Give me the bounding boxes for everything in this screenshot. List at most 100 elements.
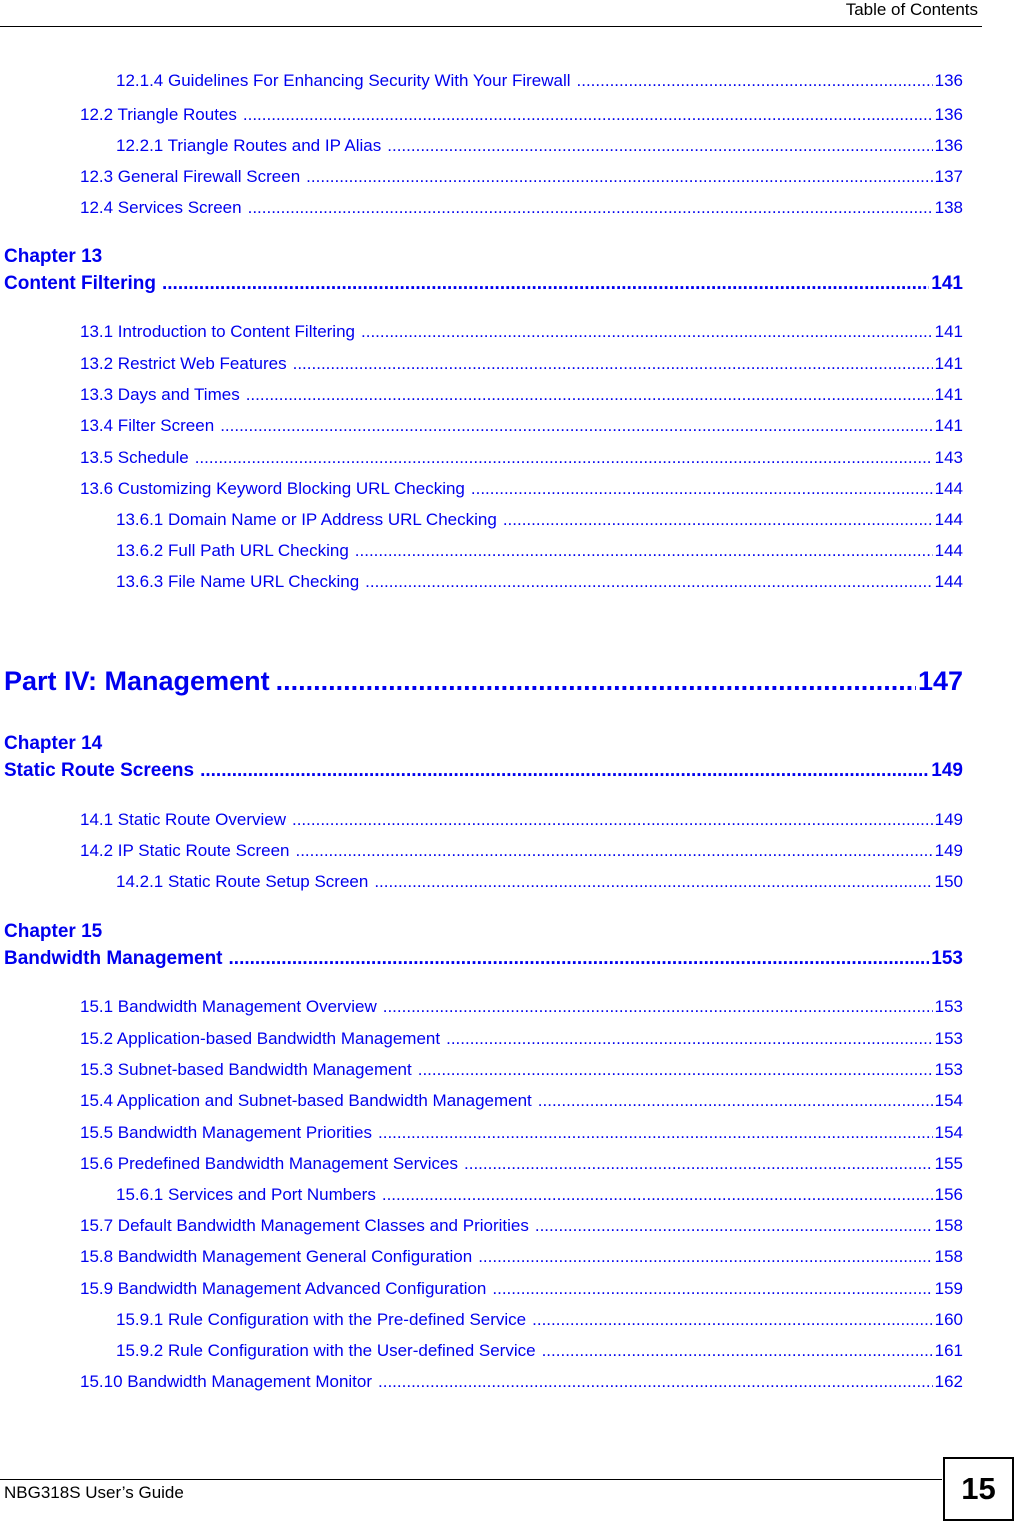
leader-dots — [243, 105, 933, 125]
toc-entry[interactable]: 13.2 Restrict Web Features 141 — [80, 354, 963, 374]
toc-entry[interactable]: 15.6 Predefined Bandwidth Management Ser… — [80, 1154, 963, 1174]
page-number-box: 15 — [943, 1457, 1014, 1521]
toc-entry-page: 162 — [934, 1372, 963, 1391]
toc-entry-page: 160 — [934, 1310, 963, 1329]
page-number: 15 — [961, 1471, 996, 1506]
toc-entry-page: 161 — [934, 1341, 963, 1360]
toc-entry-title: 13.3 Days and Times — [80, 385, 240, 404]
toc-entry[interactable]: 15.9.1 Rule Configuration with the Pre-d… — [116, 1310, 963, 1330]
toc-entry-page: 136 — [934, 136, 963, 155]
toc-entry-title: 15.5 Bandwidth Management Priorities — [80, 1123, 372, 1142]
toc-part-page: 147 — [917, 666, 963, 696]
toc-entry[interactable]: 14.2.1 Static Route Setup Screen 150 — [116, 872, 963, 892]
toc-entry[interactable]: 13.6.2 Full Path URL Checking 144 — [116, 541, 963, 561]
toc-entry[interactable]: 14.2 IP Static Route Screen 149 — [80, 841, 963, 861]
toc-entry-title: 14.2.1 Static Route Setup Screen — [116, 872, 369, 891]
toc-entry[interactable]: 15.1 Bandwidth Management Overview 153 — [80, 997, 963, 1017]
toc-entry[interactable]: 15.9 Bandwidth Management Advanced Confi… — [80, 1279, 963, 1299]
toc-entry-page: 149 — [934, 841, 963, 860]
toc-entry[interactable]: 15.8 Bandwidth Management General Config… — [80, 1247, 963, 1267]
toc-entry-title: 15.6 Predefined Bandwidth Management Ser… — [80, 1154, 459, 1173]
toc-entry-title: 15.9.1 Rule Configuration with the Pre-d… — [116, 1310, 527, 1329]
leader-dots — [492, 1279, 932, 1299]
toc-entry-title: 13.1 Introduction to Content Filtering — [80, 322, 355, 341]
toc-part[interactable]: Part IV: Management 147 — [4, 666, 963, 697]
toc-chapter-page: 141 — [931, 273, 963, 294]
leader-dots — [446, 1029, 933, 1049]
toc-entry[interactable]: 12.1.4 Guidelines For Enhancing Security… — [116, 71, 963, 91]
toc-entry-title: 15.4 Application and Subnet-based Bandwi… — [80, 1091, 532, 1110]
toc-entry[interactable]: 13.6 Customizing Keyword Blocking URL Ch… — [80, 479, 963, 499]
toc-entry[interactable]: 15.7 Default Bandwidth Management Classe… — [80, 1216, 963, 1236]
leader-dots — [374, 872, 932, 892]
toc-entry[interactable]: 15.3 Subnet-based Bandwidth Management 15… — [80, 1060, 963, 1080]
toc-entry[interactable]: 12.3 General Firewall Screen 137 — [80, 167, 963, 187]
toc-entry[interactable]: 13.1 Introduction to Content Filtering 14… — [80, 322, 963, 342]
toc-entry-title: 13.5 Schedule — [80, 448, 189, 467]
toc-entry-title: 15.1 Bandwidth Management Overview — [80, 997, 377, 1016]
toc-entry-title: 13.2 Restrict Web Features — [80, 354, 287, 373]
leader-dots — [295, 841, 932, 861]
toc-entry-title: 15.9 Bandwidth Management Advanced Confi… — [80, 1279, 487, 1298]
toc-entry[interactable]: 15.2 Application-based Bandwidth Managem… — [80, 1029, 963, 1049]
toc-entry-page: 153 — [934, 1029, 963, 1048]
toc-entry-title: 12.4 Services Screen — [80, 198, 242, 217]
leader-dots — [220, 416, 932, 436]
footer-rule — [0, 1479, 942, 1480]
leader-dots — [378, 1372, 933, 1392]
toc-entry-title: 12.2.1 Triangle Routes and IP Alias — [116, 136, 382, 155]
toc-entry-page: 138 — [934, 198, 963, 217]
toc-entry-page: 137 — [934, 167, 963, 186]
chapter-label: Chapter 15 — [4, 921, 103, 942]
toc-entry-page: 136 — [934, 105, 963, 124]
leader-dots — [383, 997, 933, 1017]
toc-entry[interactable]: 15.4 Application and Subnet-based Bandwi… — [80, 1091, 963, 1111]
toc-entry-page: 143 — [934, 448, 963, 467]
toc-entry[interactable]: 13.6.1 Domain Name or IP Address URL Che… — [116, 510, 963, 530]
toc-entry-page: 156 — [934, 1185, 963, 1204]
toc-entry-title: 15.10 Bandwidth Management Monitor — [80, 1372, 373, 1391]
leader-dots — [355, 541, 933, 561]
toc-chapter-title: Bandwidth Management — [4, 948, 223, 969]
toc-entry[interactable]: 13.5 Schedule 143 — [80, 448, 963, 468]
toc-entry-page: 141 — [934, 322, 963, 341]
header-title: Table of Contents — [845, 0, 978, 19]
toc-entry-title: 15.8 Bandwidth Management General Config… — [80, 1247, 473, 1266]
leader-dots — [365, 572, 932, 592]
leader-dots — [503, 510, 933, 530]
toc-entry[interactable]: 12.4 Services Screen 138 — [80, 198, 963, 218]
toc-entry[interactable]: 15.5 Bandwidth Management Priorities 154 — [80, 1123, 963, 1143]
toc-chapter[interactable]: Bandwidth Management 153 — [4, 948, 963, 970]
toc-entry[interactable]: 15.9.2 Rule Configuration with the User-… — [116, 1341, 963, 1361]
toc-chapter[interactable]: Content Filtering 141 — [4, 273, 963, 295]
toc-chapter[interactable]: Static Route Screens 149 — [4, 760, 963, 782]
toc-entry-title: 15.7 Default Bandwidth Management Classe… — [80, 1216, 529, 1235]
toc-entry[interactable]: 15.6.1 Services and Port Numbers 156 — [116, 1185, 963, 1205]
leader-dots — [248, 198, 933, 218]
toc-entry-title: 15.2 Application-based Bandwidth Managem… — [80, 1029, 441, 1048]
leader-dots — [471, 479, 933, 499]
toc-entry[interactable]: 12.2.1 Triangle Routes and IP Alias 136 — [116, 136, 963, 156]
leader-dots — [195, 448, 933, 468]
toc-entry-title: 14.2 IP Static Route Screen — [80, 841, 290, 860]
toc-entry[interactable]: 12.2 Triangle Routes 136 — [80, 105, 963, 125]
toc-entry-page: 153 — [934, 997, 963, 1016]
leader-dots — [162, 273, 929, 295]
toc-entry[interactable]: 13.6.3 File Name URL Checking 144 — [116, 572, 963, 592]
leader-dots — [542, 1341, 933, 1361]
toc-chapter-page: 149 — [931, 760, 963, 781]
toc-entry-page: 159 — [934, 1279, 963, 1298]
toc-entry-page: 149 — [934, 810, 963, 829]
leader-dots — [306, 167, 932, 187]
toc-entry-page: 136 — [934, 71, 963, 90]
leader-dots — [478, 1247, 932, 1267]
leader-dots — [200, 760, 929, 782]
toc-entry[interactable]: 14.1 Static Route Overview 149 — [80, 810, 963, 830]
toc-entry-page: 144 — [934, 510, 963, 529]
toc-entry[interactable]: 13.4 Filter Screen 141 — [80, 416, 963, 436]
leader-dots — [418, 1060, 933, 1080]
toc-entry[interactable]: 13.3 Days and Times 141 — [80, 385, 963, 405]
leader-dots — [246, 385, 933, 405]
leader-dots — [532, 1310, 933, 1330]
toc-entry[interactable]: 15.10 Bandwidth Management Monitor 162 — [80, 1372, 963, 1392]
